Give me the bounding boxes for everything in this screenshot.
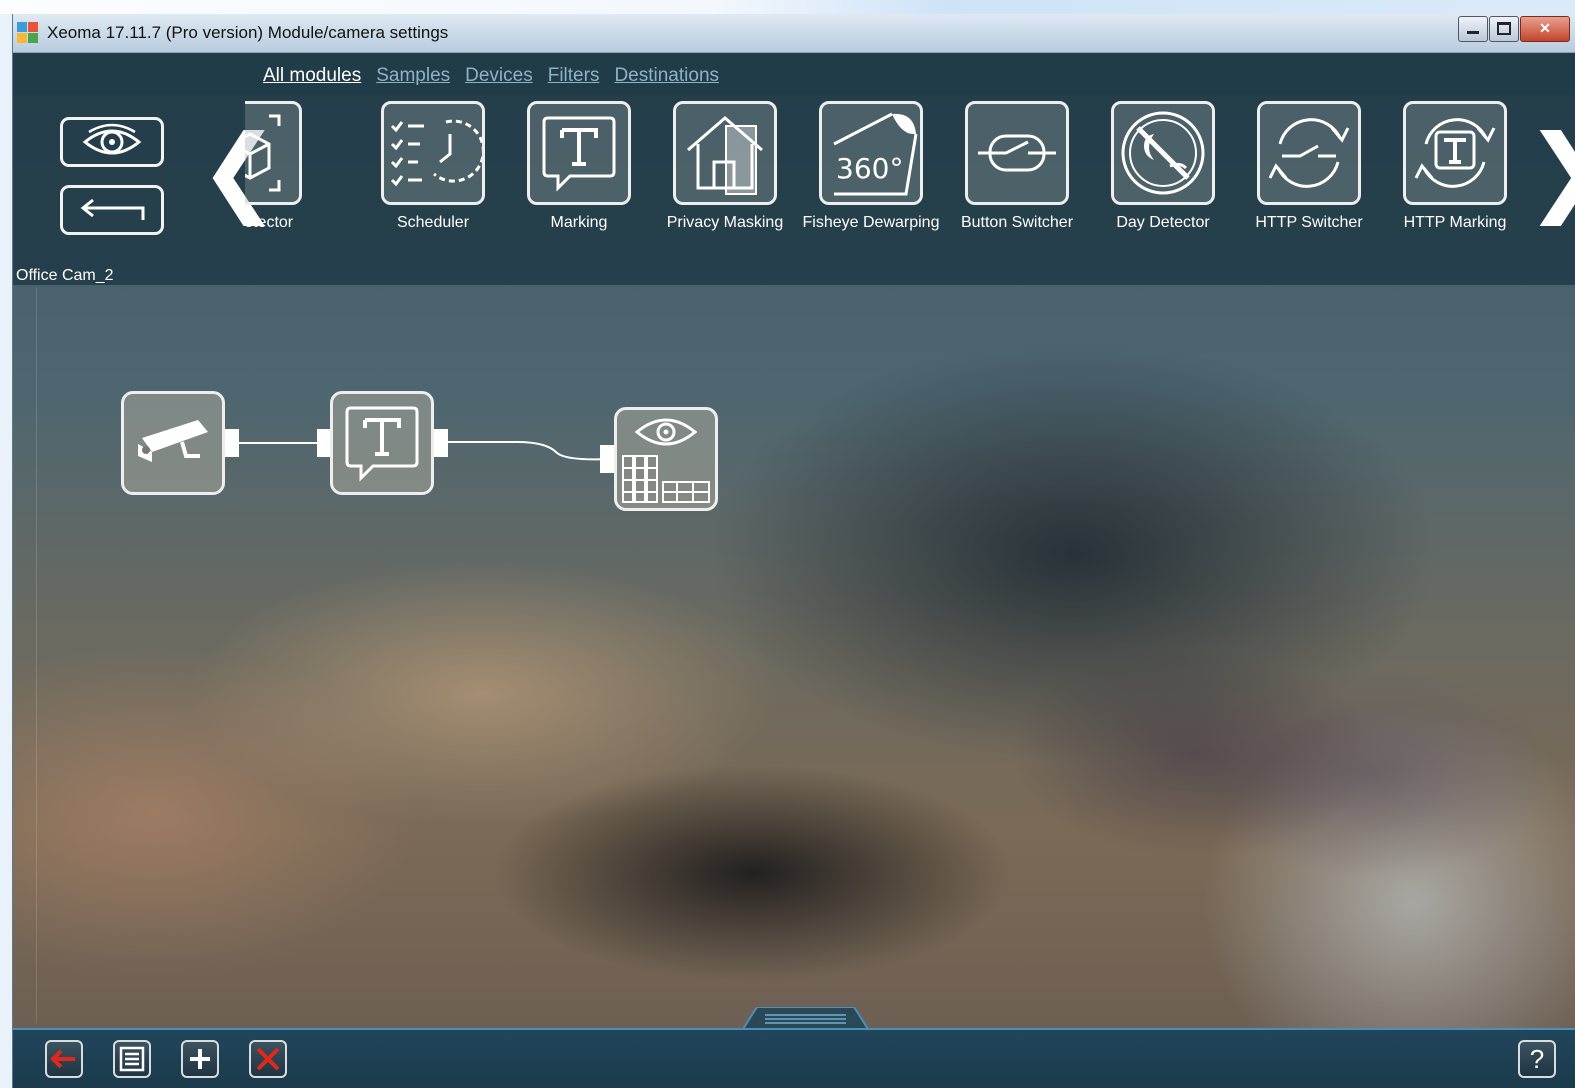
module-privacy-masking[interactable]: Privacy Masking [652, 101, 798, 232]
exit-button[interactable] [45, 1040, 83, 1078]
module-label: Privacy Masking [666, 214, 784, 231]
maximize-button[interactable] [1489, 16, 1519, 42]
input-port[interactable] [317, 429, 331, 457]
title-bar: Xeoma 17.11.7 (Pro version) Module/camer… [13, 14, 1575, 53]
tab-devices[interactable]: Devices [465, 65, 533, 87]
back-button[interactable] [60, 185, 164, 235]
module-http-switcher[interactable]: HTTP Switcher [1236, 101, 1382, 232]
delete-button[interactable] [249, 1040, 287, 1078]
tab-destinations[interactable]: Destinations [614, 65, 719, 87]
module-label: HTTP Marking [1403, 214, 1507, 231]
list-view-button[interactable] [113, 1040, 151, 1078]
tab-all-modules[interactable]: All modules [263, 65, 361, 87]
output-port[interactable] [225, 429, 239, 457]
scheduler-icon [381, 101, 485, 205]
xeoma-logo-icon [17, 22, 39, 44]
module-strip: ❮ ect Detector [13, 95, 1575, 285]
add-button[interactable] [181, 1040, 219, 1078]
fisheye-icon: 360° [819, 101, 923, 205]
http-switcher-icon [1257, 101, 1361, 205]
help-button[interactable]: ? [1518, 1040, 1556, 1078]
close-window-button[interactable]: ✕ [1520, 16, 1570, 42]
module-label: Fisheye Dewarping [802, 214, 940, 231]
module-marking[interactable]: Marking [506, 101, 652, 232]
window-title: Xeoma 17.11.7 (Pro version) Module/camer… [47, 23, 449, 42]
preview-archive-icon [622, 418, 710, 503]
connection-line [239, 442, 317, 444]
module-scheduler[interactable]: Scheduler [360, 101, 506, 232]
eye-icon [82, 123, 142, 155]
view-controls [60, 117, 164, 253]
window-controls: ✕ [1457, 16, 1570, 42]
preview-mode-button[interactable] [60, 117, 164, 167]
desktop-background [0, 0, 1575, 14]
output-port[interactable] [434, 429, 448, 457]
app-window: Xeoma 17.11.7 (Pro version) Module/camer… [12, 14, 1575, 1088]
module-chain-canvas [36, 287, 1557, 1023]
marking-icon [345, 406, 419, 482]
scroll-right-chevron-icon[interactable]: ❯ [1525, 115, 1575, 225]
chain-node-camera[interactable] [121, 391, 225, 495]
plus-icon [190, 1049, 210, 1069]
connection-curve [447, 441, 613, 461]
module-label: Marking [550, 214, 608, 231]
privacy-masking-icon [673, 101, 777, 205]
button-switcher-icon [965, 101, 1069, 205]
fisheye-360-text: 360° [836, 152, 903, 185]
module-list: ect Detector Scheduler [245, 95, 1525, 285]
tab-filters[interactable]: Filters [548, 65, 600, 87]
main-viewport: All modules Samples Devices Filters Dest… [13, 53, 1575, 1028]
marking-icon [527, 101, 631, 205]
close-icon [256, 1047, 280, 1071]
object-detector-icon [245, 101, 302, 205]
tab-samples[interactable]: Samples [376, 65, 450, 87]
camera-name: Office Cam_2 [16, 267, 114, 284]
module-fisheye-dewarping[interactable]: 360° Fisheye Dewarping [798, 101, 944, 232]
module-label: HTTP Switcher [1255, 214, 1363, 231]
day-detector-icon [1111, 101, 1215, 205]
panel-drag-handle[interactable] [743, 1007, 868, 1028]
camera-icon [138, 420, 208, 462]
module-http-marking[interactable]: HTTP Marking [1382, 101, 1525, 232]
bottom-toolbar: ? [13, 1028, 1575, 1088]
module-button-switcher[interactable]: Button Switcher [944, 101, 1090, 232]
module-label: ect Detector [245, 214, 294, 231]
module-label: Button Switcher [960, 214, 1074, 231]
module-day-detector[interactable]: Day Detector [1090, 101, 1236, 232]
chain-node-marking[interactable] [330, 391, 434, 495]
http-marking-icon [1403, 101, 1507, 205]
module-label: Scheduler [396, 214, 470, 231]
minimize-button[interactable] [1458, 16, 1488, 42]
module-object-detector[interactable]: ect Detector [245, 101, 323, 232]
return-arrow-icon [80, 198, 145, 220]
input-port[interactable] [600, 445, 614, 473]
module-category-nav: All modules Samples Devices Filters Dest… [13, 53, 1575, 95]
module-label: Day Detector [1116, 214, 1210, 231]
arrow-left-icon [50, 1049, 75, 1069]
list-icon [119, 1046, 145, 1072]
chain-node-preview-archive[interactable] [614, 407, 718, 511]
